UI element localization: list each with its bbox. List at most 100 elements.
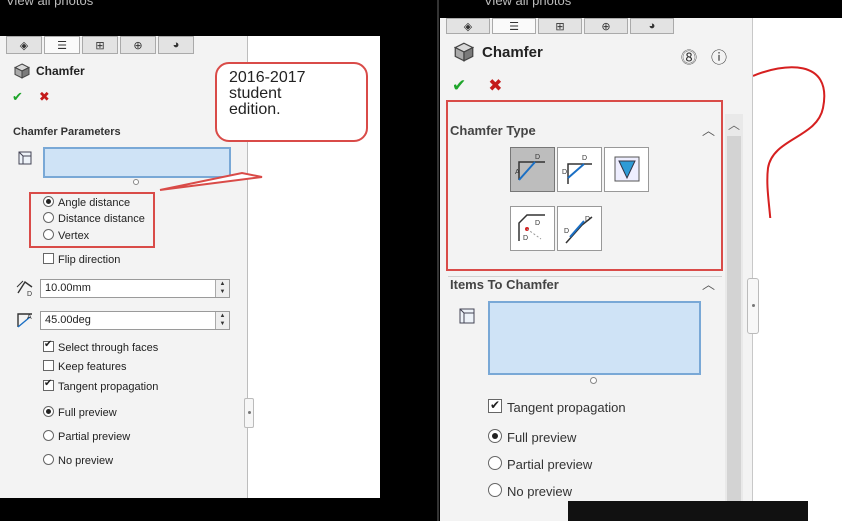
callout-line-2: student — [229, 85, 282, 102]
tab-dimxpert-manager[interactable]: ⊕ — [584, 18, 628, 34]
angle-icon: A — [17, 313, 32, 328]
svg-text:D: D — [535, 154, 540, 161]
radio[interactable] — [43, 406, 54, 417]
type-vertex-button[interactable] — [604, 147, 649, 192]
preview-none[interactable]: No preview — [43, 454, 113, 467]
preview-full[interactable]: Full preview — [43, 406, 117, 419]
whats-new-icon[interactable]: ⓼ — [681, 44, 697, 68]
items-selection-box[interactable] — [488, 301, 701, 375]
edition-callout: 2016-2017 student edition. — [215, 62, 368, 142]
manager-tabs-right: ◈ ☰ ⊞ ⊕ ◕ — [446, 18, 674, 34]
question-mark-annotation — [752, 66, 826, 251]
feature-title: Chamfer — [36, 64, 85, 78]
scrollbar[interactable]: ︿ — [725, 114, 743, 521]
type-offset-face-button[interactable]: DD — [510, 206, 555, 251]
checkbox[interactable] — [43, 378, 54, 391]
type-distance-distance-button[interactable]: DD — [557, 147, 602, 192]
cube-icon — [454, 42, 474, 62]
tab-dimxpert-manager[interactable]: ⊕ — [120, 36, 156, 54]
preview-partial[interactable]: Partial preview — [43, 430, 130, 443]
check-icon[interactable]: ✔ — [452, 76, 466, 96]
tab-display-manager[interactable]: ◕ — [630, 18, 674, 34]
svg-text:D: D — [535, 220, 540, 227]
tab-feature-manager[interactable]: ◈ — [6, 36, 42, 54]
selection-icon — [18, 151, 32, 165]
check-icon[interactable]: ✔ — [12, 89, 23, 105]
svg-text:D: D — [564, 228, 569, 235]
scroll-thumb[interactable] — [727, 136, 741, 516]
radio[interactable] — [488, 429, 502, 443]
panel-resize-handle[interactable] — [244, 398, 254, 428]
top-caption: View all photos — [6, 0, 94, 8]
check-keep-features[interactable]: Keep features — [43, 360, 127, 373]
highlight-box — [29, 192, 155, 248]
radio[interactable] — [488, 483, 502, 497]
property-manager-right: ◈ ☰ ⊞ ⊕ ◕ Chamfer ⓼ ⓘ ✔ ✖ Chamfer Type ︿… — [440, 18, 753, 521]
callout-line-3: edition. — [229, 101, 281, 118]
tab-property-manager[interactable]: ☰ — [44, 36, 80, 54]
section-title: Chamfer Parameters — [13, 126, 121, 138]
chamfer-type-title: Chamfer Type — [450, 123, 536, 138]
check-select-through-faces[interactable]: Select through faces — [43, 339, 158, 354]
cube-icon — [14, 63, 30, 79]
right-screenshot: ◈ ☰ ⊞ ⊕ ◕ Chamfer ⓼ ⓘ ✔ ✖ Chamfer Type ︿… — [440, 18, 842, 521]
radio[interactable] — [43, 454, 54, 465]
divider — [437, 0, 439, 521]
graphics-area-right — [752, 18, 842, 521]
callout-line-1: 2016-2017 — [229, 69, 306, 86]
preview-full[interactable]: Full preview — [488, 429, 576, 445]
manager-tabs: ◈ ☰ ⊞ ⊕ ◕ — [6, 36, 194, 54]
angle-spinner[interactable]: ▲ ▼ — [215, 312, 229, 329]
ok-cancel-right: ✔ ✖ — [452, 76, 503, 96]
svg-text:D: D — [27, 291, 32, 297]
tab-configuration-manager[interactable]: ⊞ — [82, 36, 118, 54]
feature-header-right: Chamfer — [454, 42, 543, 62]
svg-text:A: A — [27, 314, 32, 321]
selection-icon — [459, 308, 475, 324]
tab-configuration-manager[interactable]: ⊞ — [538, 18, 582, 34]
selection-resize-handle[interactable] — [590, 377, 597, 384]
ok-cancel: ✔ ✖ — [12, 89, 50, 105]
property-manager: ◈ ☰ ⊞ ⊕ ◕ Chamfer ✔ ✖ Chamfer Parameters — [0, 36, 248, 498]
preview-none[interactable]: No preview — [488, 483, 572, 499]
svg-text:A: A — [515, 169, 520, 176]
top-caption-right: View all photos — [484, 0, 572, 8]
svg-text:D: D — [585, 216, 590, 223]
check-tangent-propagation[interactable]: Tangent propagation — [43, 378, 158, 393]
type-angle-distance-button[interactable]: DA — [510, 147, 555, 192]
angle-field[interactable]: 45.00deg ▲ ▼ — [40, 311, 230, 330]
distance-spinner[interactable]: ▲ ▼ — [215, 280, 229, 297]
radio[interactable] — [43, 430, 54, 441]
flip-direction[interactable]: Flip direction — [43, 253, 120, 266]
checkbox[interactable] — [43, 253, 54, 264]
preview-partial[interactable]: Partial preview — [488, 456, 592, 472]
tab-display-manager[interactable]: ◕ — [158, 36, 194, 54]
tab-feature-manager[interactable]: ◈ — [446, 18, 490, 34]
close-icon[interactable]: ✖ — [488, 76, 502, 96]
checkbox[interactable] — [43, 360, 54, 371]
tab-property-manager[interactable]: ☰ — [492, 18, 536, 34]
checkbox[interactable] — [488, 398, 502, 413]
collapse-icon[interactable]: ︿ — [702, 274, 715, 293]
checkbox[interactable] — [43, 339, 54, 352]
help-icon[interactable]: ⓘ — [711, 44, 727, 68]
scroll-up-icon[interactable]: ︿ — [728, 116, 740, 133]
panel-resize-handle[interactable] — [747, 278, 759, 334]
selection-resize-handle[interactable] — [133, 179, 139, 185]
close-icon[interactable]: ✖ — [39, 89, 50, 105]
edges-faces-selection-box[interactable] — [43, 147, 231, 178]
feature-header: Chamfer — [14, 63, 85, 79]
distance-icon: D — [16, 280, 33, 297]
overlay-bar — [568, 501, 808, 521]
radio[interactable] — [488, 456, 502, 470]
top-strip-left: View all photos — [0, 0, 438, 36]
feature-title: Chamfer — [482, 43, 543, 61]
svg-text:D: D — [562, 169, 567, 176]
svg-text:D: D — [582, 155, 587, 162]
check-tangent-propagation[interactable]: Tangent propagation — [488, 398, 626, 415]
collapse-icon[interactable]: ︿ — [702, 120, 715, 139]
type-face-face-button[interactable]: DD — [557, 206, 602, 251]
distance-field[interactable]: 10.00mm ▲ ▼ — [40, 279, 230, 298]
svg-text:D: D — [523, 235, 528, 242]
items-to-chamfer-title: Items To Chamfer — [450, 277, 559, 292]
